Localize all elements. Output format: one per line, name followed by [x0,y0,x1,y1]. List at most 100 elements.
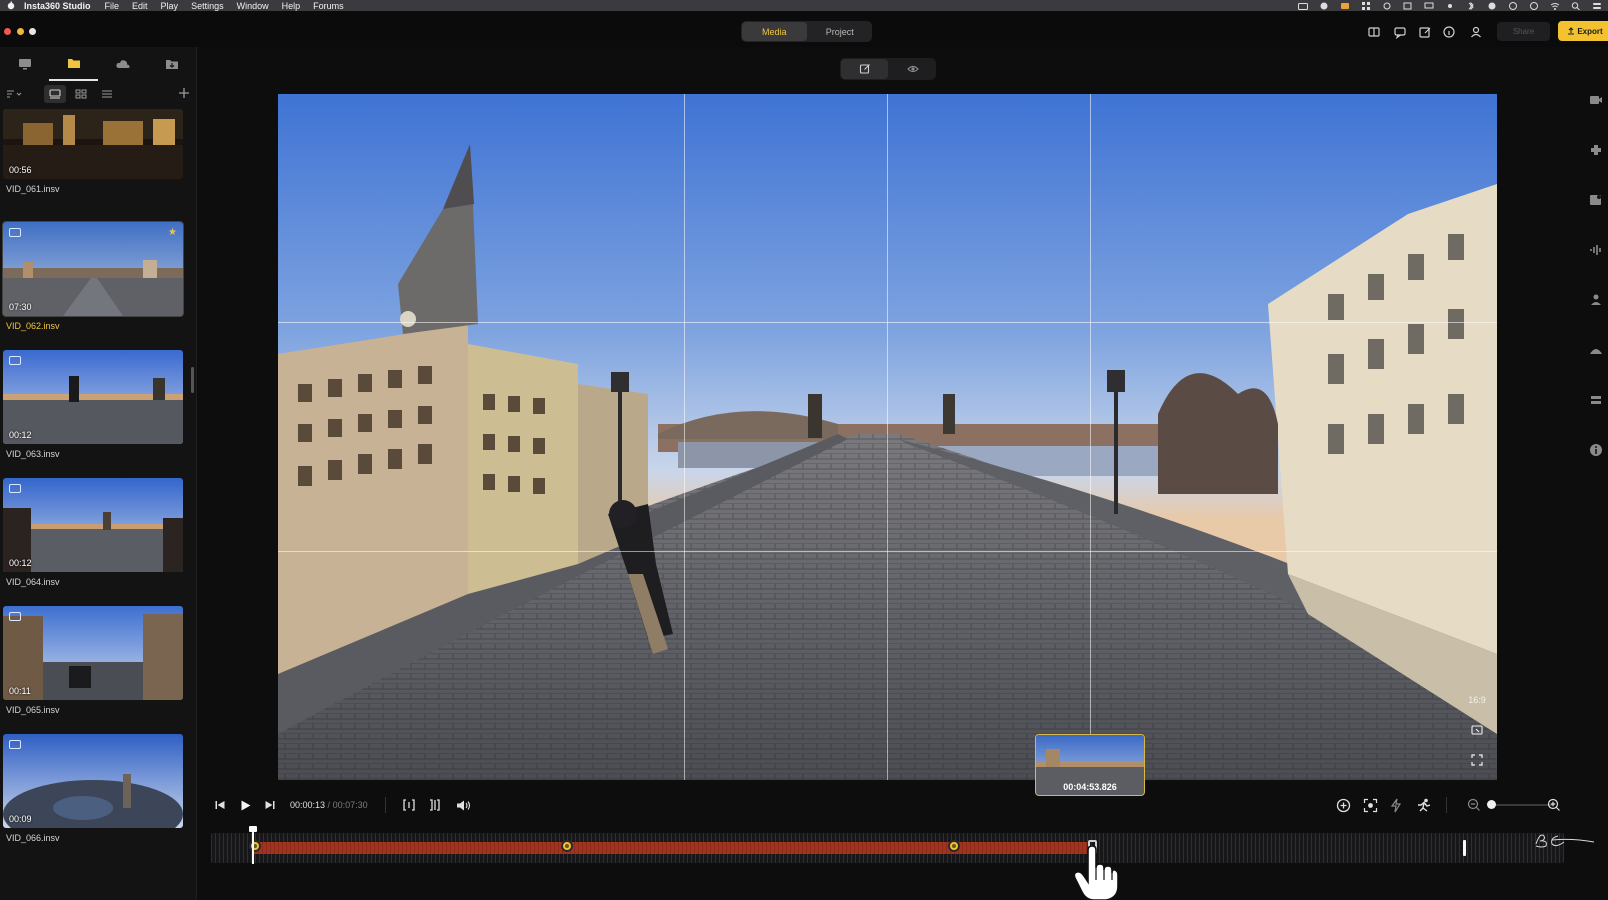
info-icon[interactable] [1588,442,1604,458]
tab-local-files[interactable] [49,47,98,81]
battery-status-icon[interactable] [1403,2,1413,10]
moon-status-icon[interactable] [1487,2,1497,10]
library-scrollbar[interactable] [191,367,194,393]
aspect-ratio-button[interactable]: 16:9 [1464,689,1490,711]
ai-reframe-button[interactable] [1361,796,1379,814]
audio-tool-icon[interactable] [1588,242,1604,258]
share-button[interactable]: Share [1497,22,1550,41]
chat-icon[interactable] [1393,25,1407,39]
camera-status-icon[interactable] [1298,2,1308,10]
media-overlay-icon[interactable] [1588,192,1604,208]
tab-import[interactable] [147,47,196,81]
record-status-icon[interactable] [1319,2,1329,10]
wifi-status-icon[interactable] [1550,2,1560,10]
split-clip-button[interactable] [425,796,443,814]
camera-tool-icon[interactable] [1588,92,1604,108]
tab-media[interactable]: Media [742,22,807,41]
zoom-slider-knob[interactable] [1487,800,1496,809]
menu-edit[interactable]: Edit [132,1,148,11]
audio-status-icon[interactable] [1445,2,1455,10]
minimize-window-button[interactable] [17,28,24,35]
grid-status-icon[interactable] [1361,1,1371,10]
timeline-hover-preview: 00:04:53.826 [1035,734,1145,796]
plugin-tool-icon[interactable] [1588,142,1604,158]
running-figure-icon [1418,798,1431,812]
clip-duration: 00:12 [9,558,32,568]
edit-mode-button[interactable] [841,59,888,79]
trim-start-button[interactable] [400,796,418,814]
video-viewer[interactable] [278,94,1497,780]
menu-file[interactable]: File [105,1,120,11]
play-button[interactable] [236,796,254,814]
person-tracking-icon[interactable] [1588,292,1604,308]
grid-view-button[interactable] [70,85,92,103]
bluetooth-status-icon[interactable] [1466,1,1476,10]
reframe-button[interactable] [1464,719,1490,741]
clip-duration: 00:56 [9,165,32,175]
media-clip-vid-064[interactable]: 00:12 VID_064.insv [3,478,183,587]
fullscreen-button[interactable] [1464,749,1490,771]
tab-project[interactable]: Project [808,21,873,42]
keyframe-marker[interactable] [561,840,573,852]
menu-play[interactable]: Play [161,1,179,11]
info-circle-icon[interactable] [1442,25,1456,39]
360-video-badge-icon [9,484,21,493]
edit-task-icon[interactable] [1418,25,1432,39]
apple-icon[interactable] [6,1,16,10]
motion-effect-button[interactable] [1414,796,1434,814]
spotlight-icon[interactable] [1571,1,1581,10]
menu-bar-status-icons [1298,0,1602,11]
menu-settings[interactable]: Settings [191,1,224,11]
skip-to-end-button[interactable] [261,796,279,814]
tab-cloud[interactable] [98,47,147,81]
fullscreen-icon [1471,754,1483,766]
favorite-star-icon[interactable]: ★ [168,227,177,238]
timer-status-icon[interactable] [1529,1,1539,10]
close-window-button[interactable] [4,28,11,35]
timeline-end-marker[interactable] [1463,840,1466,856]
menu-help[interactable]: Help [282,1,301,11]
clip-timeline[interactable] [211,833,1564,863]
sort-menu-button[interactable] [4,85,26,103]
control-center-icon[interactable] [1592,2,1602,10]
menu-forums[interactable]: Forums [313,1,344,11]
power-status-icon[interactable] [1382,2,1392,10]
menu-window[interactable]: Window [237,1,269,11]
media-clip-vid-066[interactable]: 00:09 VID_066.insv [3,734,183,843]
keyframe-marker[interactable] [948,840,960,852]
zoom-out-button[interactable] [1465,796,1483,814]
app-name-menu[interactable]: Insta360 Studio [24,1,91,11]
timeline-zoom-slider[interactable] [1488,804,1552,806]
tab-device[interactable] [0,47,49,81]
playhead[interactable] [249,826,257,864]
export-button[interactable]: Export [1558,21,1608,41]
edit-pencil-icon [859,64,870,74]
skip-to-start-button[interactable] [211,796,229,814]
zoom-in-button[interactable] [1545,796,1563,814]
eye-icon [906,65,919,73]
media-clip-vid-063[interactable]: 00:12 VID_063.insv [3,350,183,459]
skip-back-icon [215,801,225,809]
maximize-window-button[interactable] [29,28,36,35]
media-clip-vid-062[interactable]: ★ 07:30 VID_062.insv [2,221,184,331]
user-account-icon[interactable] [1469,25,1483,39]
speed-ramp-button[interactable] [1387,796,1405,814]
display-status-icon[interactable] [1424,2,1434,10]
play-status-icon[interactable] [1508,1,1518,10]
notification-status-icon[interactable] [1340,2,1350,10]
keyframe-marker[interactable] [249,840,261,852]
preview-mode-button[interactable] [889,58,936,80]
list-view-button[interactable] [96,85,118,103]
large-thumbnail-view-button[interactable] [44,85,66,103]
360-video-badge-icon [9,228,21,237]
add-media-icon[interactable] [177,86,191,100]
add-keyframe-button[interactable] [1334,796,1352,814]
color-filter-icon[interactable] [1588,342,1604,358]
timeline-keyframe-range[interactable] [254,842,1087,854]
layout-panel-icon[interactable] [1367,25,1381,39]
stack-layers-icon[interactable] [1588,392,1604,408]
volume-button[interactable] [453,796,473,814]
media-clip-vid-061[interactable]: 00:56 VID_061.insv [3,109,183,194]
media-clip-vid-065[interactable]: 00:11 VID_065.insv [3,606,183,715]
folder-icon [67,59,80,68]
